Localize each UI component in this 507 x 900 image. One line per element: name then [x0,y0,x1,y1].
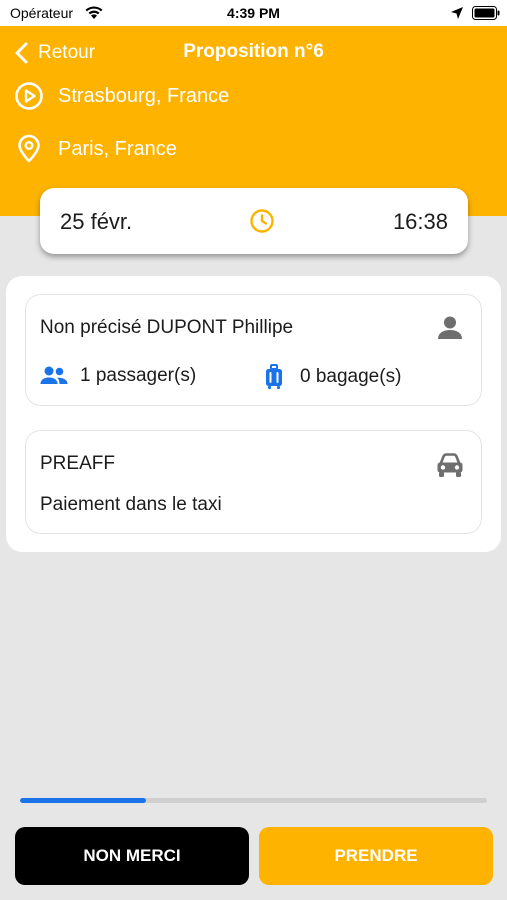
destination-address: Paris, France [58,137,177,160]
back-label: Retour [38,42,96,63]
client-name: Non précisé DUPONT Phillipe [40,317,294,338]
status-bar: Opérateur 4:39 PM [0,0,507,26]
details-panel: Non précisé DUPONT Phillipe 1 passager(s… [6,276,501,552]
pickup-date: 25 févr. [60,209,133,234]
passenger-count: 1 passager(s) [40,365,196,387]
destination-row: Paris, France [14,134,177,164]
group-icon [40,366,68,384]
countdown-progress-bar [20,798,487,803]
accept-button[interactable]: PRENDRE [259,827,493,885]
progress-fill [20,798,147,803]
back-button[interactable]: Retour [14,40,95,66]
decline-button[interactable]: NON MERCI [15,827,249,885]
passenger-label: 1 passager(s) [80,365,197,386]
map-pin-icon [18,134,40,163]
luggage-count: 0 bagage(s) [264,364,401,390]
payment-card: PREAFF Paiement dans le taxi [25,430,482,534]
client-card: Non précisé DUPONT Phillipe 1 passager(s… [25,294,482,406]
pickup-time: 16:38 [392,209,448,234]
location-arrow-icon [451,7,463,19]
status-time: 4:39 PM [227,5,280,21]
clock-icon [250,209,274,233]
battery-icon [472,6,500,20]
person-icon [438,316,462,339]
luggage-icon [266,364,282,389]
origin-address: Strasbourg, France [58,84,230,107]
play-circle-icon [15,82,43,110]
chevron-left-icon [15,42,28,64]
schedule-card: 25 févr. 16:38 [40,188,468,254]
origin-row: Strasbourg, France [14,81,229,111]
car-icon [437,453,463,477]
payment-method: Paiement dans le taxi [40,494,222,515]
luggage-label: 0 bagage(s) [300,366,402,387]
ride-code: PREAFF [40,453,115,474]
